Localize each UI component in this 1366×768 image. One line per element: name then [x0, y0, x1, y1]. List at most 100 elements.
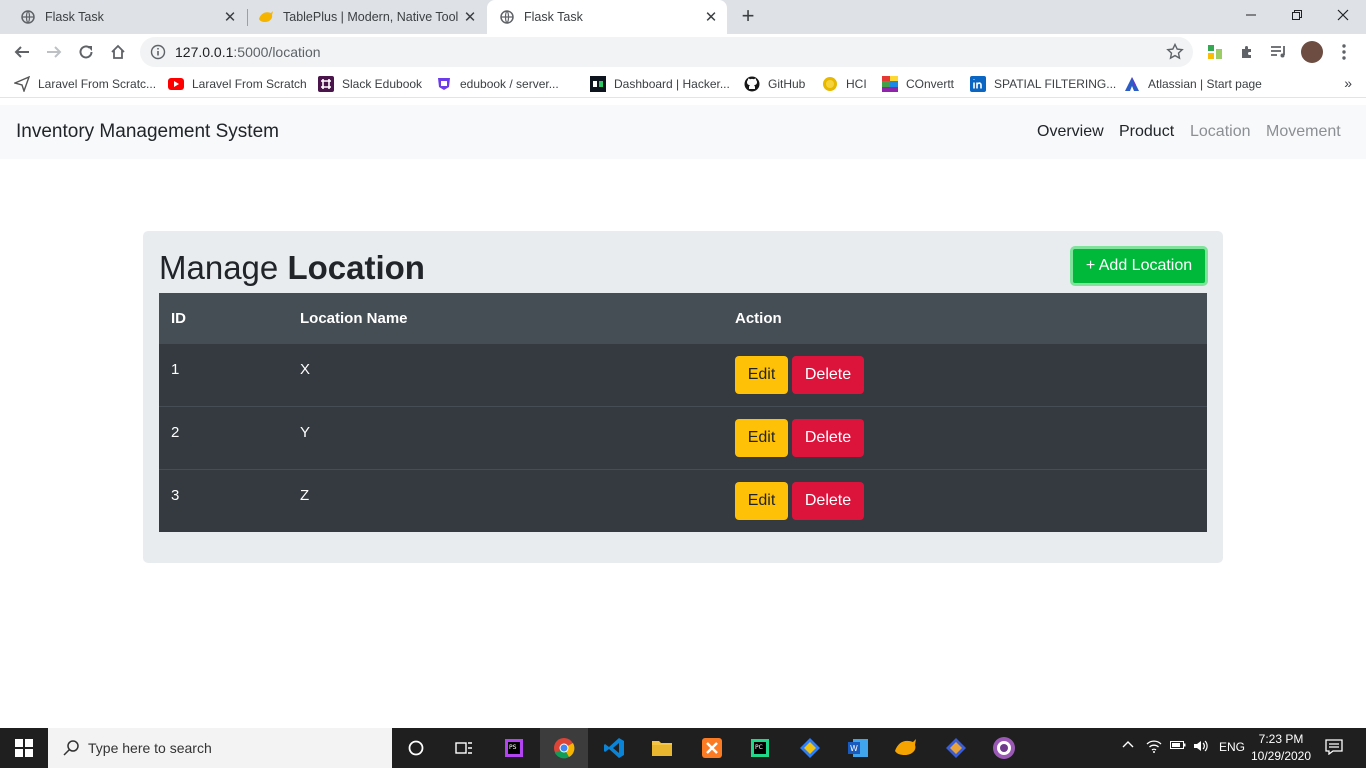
bookmark-label: Laravel From Scratch	[192, 77, 307, 91]
extension-chart-icon[interactable]	[1205, 42, 1225, 62]
navbar-brand[interactable]: Inventory Management System	[16, 121, 279, 143]
close-window-icon[interactable]	[1320, 0, 1366, 30]
nav-overview[interactable]: Overview	[1037, 123, 1104, 141]
delete-button[interactable]: Delete	[792, 356, 864, 394]
browser-tab-1[interactable]: Flask Task ✕	[0, 0, 246, 34]
bookmark-label: edubook / server...	[460, 77, 559, 91]
address-bar[interactable]: 127.0.0.1:5000/location	[140, 37, 1193, 67]
nav-location[interactable]: Location	[1190, 123, 1251, 141]
url-path: :5000/location	[233, 44, 321, 60]
close-tab-icon[interactable]: ✕	[462, 9, 478, 26]
media-queue-icon[interactable]	[1269, 42, 1289, 62]
vscode-icon[interactable]	[590, 728, 638, 768]
delete-button[interactable]: Delete	[792, 419, 864, 457]
browser-tab-strip: Flask Task ✕ TablePlus | Modern, Native …	[0, 0, 1366, 34]
url-text: 127.0.0.1:5000/location	[175, 44, 321, 60]
search-icon	[62, 739, 80, 757]
url-host: 127.0.0.1	[175, 44, 234, 60]
minimize-window-icon[interactable]	[1228, 0, 1274, 30]
send-icon	[14, 76, 30, 92]
windows-taskbar: Type here to search PS PC W ENG 7:23 PM …	[0, 728, 1366, 768]
column-header-id: ID	[171, 310, 186, 327]
sourcetree-git-icon[interactable]	[786, 728, 834, 768]
cell-location-name: Y	[300, 424, 311, 441]
restore-window-icon[interactable]	[1274, 0, 1320, 30]
bookmark-label: COnvertt	[906, 77, 955, 91]
github-icon	[744, 76, 760, 92]
bookmark-item[interactable]: COnvertt	[882, 75, 954, 93]
forward-arrow-icon[interactable]	[40, 38, 68, 66]
git-icon[interactable]	[932, 728, 980, 768]
globe-icon	[499, 9, 515, 25]
extensions-puzzle-icon[interactable]	[1237, 42, 1257, 62]
edit-button[interactable]: Edit	[735, 482, 788, 520]
nav-product[interactable]: Product	[1119, 123, 1174, 141]
edit-button[interactable]: Edit	[735, 356, 788, 394]
chrome-menu-icon[interactable]	[1334, 42, 1354, 62]
file-explorer-icon[interactable]	[638, 728, 686, 768]
windows-start-icon[interactable]	[0, 728, 48, 768]
phpstorm-icon[interactable]: PS	[490, 728, 538, 768]
profile-avatar[interactable]	[1301, 41, 1323, 63]
clock-time: 7:23 PM	[1258, 732, 1304, 746]
close-tab-icon[interactable]: ✕	[222, 9, 238, 26]
new-tab-plus-icon[interactable]: +	[737, 3, 759, 28]
wifi-icon[interactable]	[1146, 739, 1162, 756]
slack-icon	[318, 76, 334, 92]
atlassian-icon	[1124, 76, 1140, 92]
bookmarks-bar: Laravel From Scratc... Laravel From Scra…	[0, 70, 1366, 98]
xampp-icon[interactable]	[688, 728, 736, 768]
edit-button[interactable]: Edit	[735, 419, 788, 457]
task-view-icon[interactable]	[440, 728, 488, 768]
app-navbar: Inventory Management System Overview Pro…	[0, 105, 1366, 159]
show-hidden-icons-chevron-icon[interactable]	[1122, 739, 1134, 754]
bookmark-label: GitHub	[768, 77, 806, 91]
hackerrank-icon	[590, 76, 606, 92]
bookmark-item[interactable]: HCI	[822, 75, 867, 93]
browser-toolbar: 127.0.0.1:5000/location	[0, 34, 1366, 70]
svg-text:PS: PS	[509, 744, 517, 751]
nav-movement[interactable]: Movement	[1266, 123, 1341, 141]
cortana-circle-icon[interactable]	[392, 728, 440, 768]
volume-icon[interactable]	[1193, 739, 1209, 756]
home-icon[interactable]	[104, 38, 132, 66]
action-center-icon[interactable]	[1325, 739, 1343, 758]
bookmark-item[interactable]: Dashboard | Hacker...	[590, 75, 730, 93]
browser-tab-3-active[interactable]: Flask Task ✕	[487, 0, 727, 34]
manage-location-panel: Manage Location + Add Location ID Locati…	[143, 231, 1223, 563]
tableplus-taskbar-icon[interactable]	[882, 728, 930, 768]
pycharm-icon[interactable]: PC	[736, 728, 784, 768]
close-tab-icon[interactable]: ✕	[703, 9, 719, 26]
word-icon[interactable]: W	[834, 728, 882, 768]
tab-title: TablePlus | Modern, Native Tool f	[283, 10, 462, 24]
taskbar-clock[interactable]: 7:23 PM 10/29/2020	[1248, 731, 1314, 765]
bookmark-item[interactable]: Laravel From Scratch	[168, 75, 307, 93]
taskbar-search-input[interactable]: Type here to search	[48, 728, 392, 768]
bookmark-star-icon[interactable]	[1165, 42, 1185, 62]
delete-button[interactable]: Delete	[792, 482, 864, 520]
add-location-button[interactable]: + Add Location	[1070, 246, 1208, 286]
cell-id: 3	[171, 487, 180, 504]
chrome-taskbar-icon[interactable]	[540, 728, 588, 768]
browser-tab-2[interactable]: TablePlus | Modern, Native Tool f ✕	[248, 0, 486, 34]
bookmark-item[interactable]: SPATIAL FILTERING...	[970, 75, 1116, 93]
bookmark-item[interactable]: Slack Edubook	[318, 75, 422, 93]
bookmark-item[interactable]: Atlassian | Start page	[1124, 75, 1262, 93]
bookmark-item[interactable]: GitHub	[744, 75, 805, 93]
bookmark-item[interactable]: edubook / server...	[436, 75, 559, 93]
youtube-icon	[168, 76, 184, 92]
reload-icon[interactable]	[72, 38, 100, 66]
bookmarks-overflow-chevron-icon[interactable]: »	[1344, 75, 1352, 91]
bookmark-label: SPATIAL FILTERING...	[994, 77, 1117, 91]
input-language[interactable]: ENG	[1219, 740, 1245, 754]
table-row: 1 X Edit Delete	[159, 343, 1207, 406]
site-info-icon[interactable]	[150, 44, 166, 60]
battery-icon[interactable]	[1170, 739, 1186, 754]
page-title: Manage Location	[159, 249, 425, 287]
back-arrow-icon[interactable]	[8, 38, 36, 66]
globe-icon	[20, 9, 36, 25]
bookmark-label: Dashboard | Hacker...	[614, 77, 730, 91]
github-desktop-icon[interactable]	[980, 728, 1028, 768]
hci-icon	[822, 76, 838, 92]
bookmark-item[interactable]: Laravel From Scratc...	[14, 75, 156, 93]
